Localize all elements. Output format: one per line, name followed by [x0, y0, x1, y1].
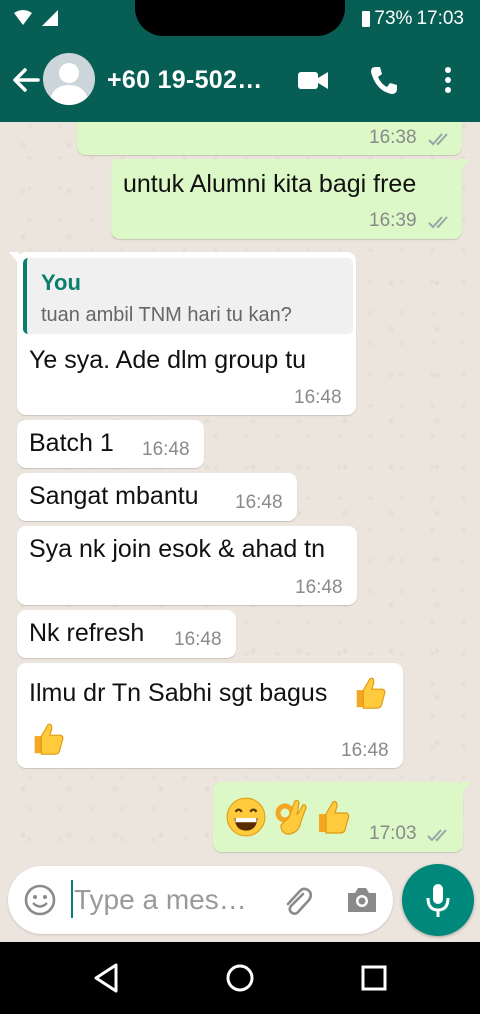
chat-header: +60 19-502…	[0, 40, 480, 122]
microphone-icon	[426, 884, 450, 917]
nav-back-icon[interactable]	[88, 960, 124, 996]
text-caret	[71, 880, 73, 918]
signal-icon	[42, 10, 58, 26]
message-text: untuk Alumni kita bagi free	[123, 170, 417, 198]
message-text: Nk refresh	[29, 619, 145, 647]
emoji-icon[interactable]	[22, 882, 58, 918]
incoming-message[interactable]: You tuan ambil TNM hari tu kan? Ye sya. …	[9, 252, 356, 415]
message-time: 16:38	[369, 127, 417, 148]
battery-icon	[362, 11, 371, 27]
message-time: 17:03	[369, 823, 417, 844]
outgoing-message[interactable]: 17:03	[213, 782, 471, 852]
message-time: 16:48	[235, 492, 283, 513]
status-icons-right: 73% 17:03	[362, 8, 464, 30]
voice-record-button[interactable]	[402, 864, 474, 936]
message-time: 16:48	[294, 387, 342, 408]
nav-recents-icon[interactable]	[356, 960, 392, 996]
back-arrow-icon[interactable]	[8, 62, 44, 98]
contact-name[interactable]: +60 19-502…	[107, 66, 263, 95]
thumbs-up-emoji-icon	[319, 800, 350, 834]
status-icons-left	[14, 10, 58, 26]
camera-notch	[135, 0, 345, 36]
ok-hand-emoji-icon	[275, 799, 307, 835]
incoming-message[interactable]: Sya nk join esok & ahad tn 16:48	[17, 526, 357, 605]
message-time: 16:39	[369, 210, 417, 231]
camera-icon[interactable]	[344, 882, 380, 918]
thumbs-up-emoji-icon	[356, 677, 386, 709]
outgoing-message[interactable]: 16:38	[77, 122, 462, 155]
attach-icon[interactable]	[279, 882, 315, 918]
message-time: 16:48	[295, 577, 343, 598]
message-time: 16:48	[142, 439, 190, 460]
wifi-icon	[14, 10, 32, 25]
incoming-message[interactable]: Batch 1 16:48	[17, 420, 204, 468]
message-text: Sya nk join esok & ahad tn	[29, 535, 326, 563]
status-bar: 73% 17:03	[0, 0, 480, 40]
message-text: Sangat mbantu	[29, 482, 199, 510]
grinning-face-emoji-icon	[226, 797, 266, 837]
quote-text: tuan ambil TNM hari tu kan?	[41, 304, 292, 326]
thumbs-up-emoji-icon	[34, 723, 64, 755]
video-call-icon[interactable]	[295, 62, 331, 98]
system-nav-bar	[0, 942, 480, 1014]
message-text: Batch 1	[29, 429, 114, 457]
incoming-message[interactable]: Sangat mbantu 16:48	[17, 473, 297, 521]
more-options-icon[interactable]	[430, 62, 466, 98]
read-ticks-icon	[427, 829, 447, 842]
battery-level: 73%	[374, 8, 413, 29]
read-ticks-icon	[428, 133, 448, 146]
incoming-message[interactable]: Nk refresh 16:48	[17, 610, 236, 658]
message-input[interactable]: Type a mes…	[74, 884, 247, 916]
incoming-message[interactable]: Ilmu dr Tn Sabhi sgt bagus 16:48	[17, 663, 403, 768]
nav-home-icon[interactable]	[222, 960, 258, 996]
default-avatar-icon	[49, 63, 89, 105]
quote-author: You	[41, 270, 81, 295]
message-composer: Type a mes…	[8, 866, 393, 934]
message-list[interactable]: 16:38 untuk Alumni kita bagi free 16:39 …	[0, 122, 480, 864]
voice-call-icon[interactable]	[366, 62, 402, 98]
read-ticks-icon	[428, 216, 448, 229]
clock: 17:03	[416, 8, 464, 29]
outgoing-message[interactable]: untuk Alumni kita bagi free 16:39	[111, 159, 470, 239]
message-text: Ilmu dr Tn Sabhi sgt bagus	[29, 679, 328, 707]
message-time: 16:48	[174, 629, 222, 650]
quoted-reply[interactable]: You tuan ambil TNM hari tu kan?	[23, 258, 353, 334]
message-time: 16:48	[341, 740, 389, 761]
avatar[interactable]	[43, 53, 95, 105]
message-text: Ye sya. Ade dlm group tu	[29, 346, 307, 374]
